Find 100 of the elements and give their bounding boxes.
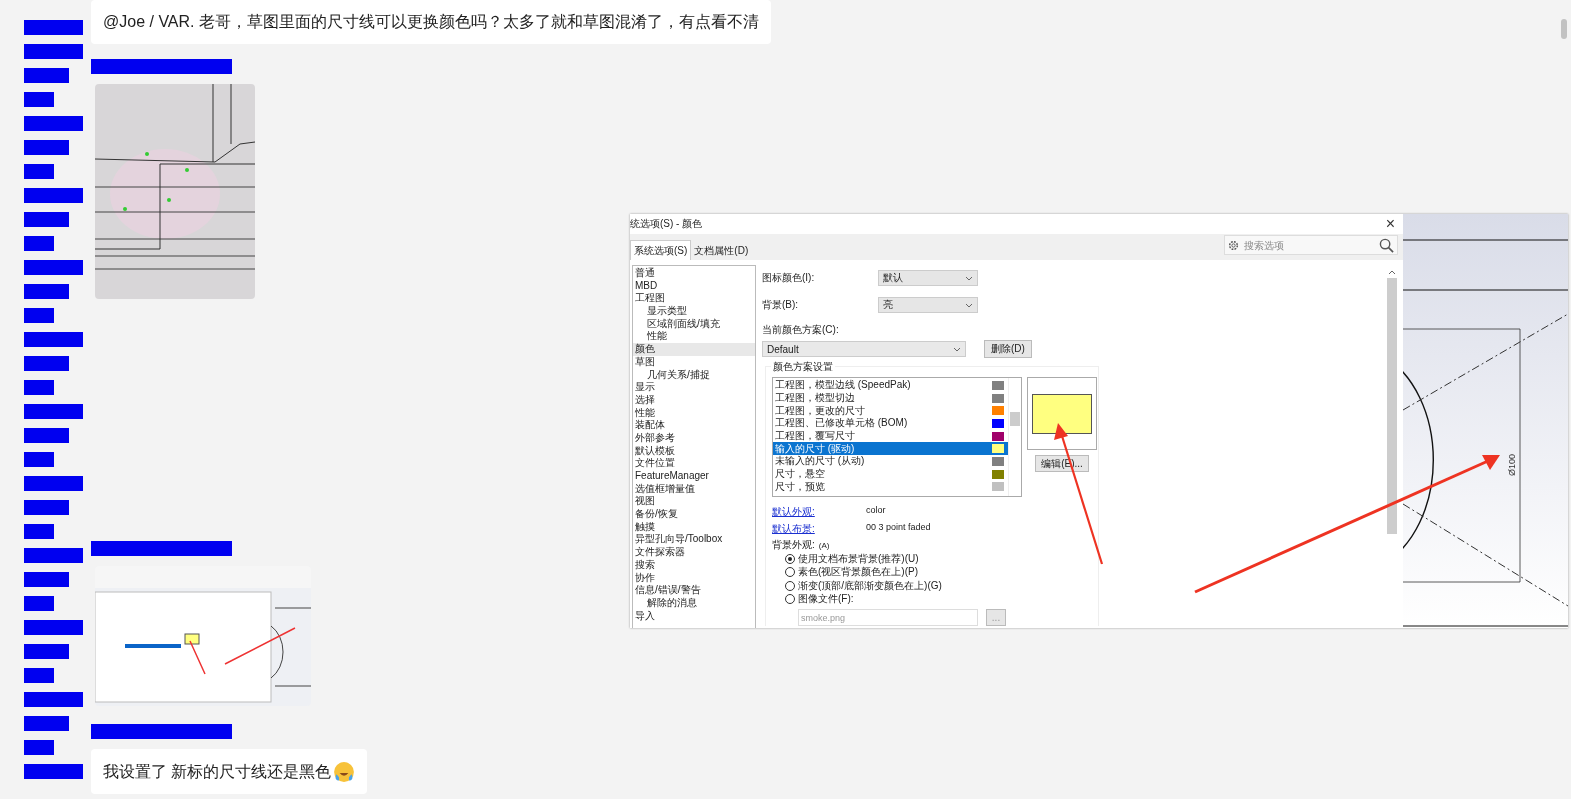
redaction-bar [24,68,69,83]
group-title: 颜色方案设置 [771,360,835,374]
tree-item[interactable]: 区域剖面线/填充 [633,317,755,331]
list-item[interactable]: 尺寸，悬空 [773,467,1008,481]
list-item[interactable]: 尺寸，预览 [773,480,1008,494]
window-title: 统选项(S) - 颜色 [630,217,703,231]
redaction-bar [24,476,83,491]
list-item[interactable]: 工程图，更改的尺寸 [773,404,1008,418]
scrollbar[interactable] [1008,378,1021,496]
redaction-bar [24,260,83,275]
tree-item[interactable]: 备份/恢复 [633,508,755,521]
list-item[interactable]: 工程图，模型边线 (SpeedPak) [773,379,1008,392]
field-value: color [866,505,886,517]
tree-item[interactable]: 选择 [633,393,755,407]
radio-label: 图像文件(F): [798,592,854,607]
field-value: 00 3 point faded [866,522,931,534]
settings-icon[interactable] [1228,239,1239,251]
tree-item[interactable]: MBD [633,279,755,293]
tree-item[interactable]: 性能 [633,406,755,420]
dimension-label: Ø100 [1507,453,1517,476]
list-item[interactable]: 输入的尺寸 (驱动) [773,442,1008,456]
tree-item[interactable]: 触摸 [633,520,755,534]
tree-item[interactable]: FeatureManager [633,470,755,483]
caret-icon [953,346,961,352]
redaction-bar [24,524,54,539]
redaction-bar [24,620,83,635]
tree-item[interactable]: 普通 [633,267,755,280]
redaction-bar [24,332,83,347]
redaction-bar [24,44,83,59]
tree-item[interactable]: 颜色 [633,343,755,356]
redaction-bar [24,308,54,323]
tree-item[interactable]: 默认模板 [633,444,755,458]
search-input[interactable]: 搜索选项 [1242,238,1376,252]
field-label: 背景外观: [772,539,815,550]
redaction-bar [24,284,69,299]
radio-label: 使用文档布景背景(推荐)(U) [798,551,919,566]
link[interactable]: 默认布景: [772,522,866,536]
tree-item[interactable]: 文件位置 [633,457,755,470]
tree-item[interactable]: 导入 [633,609,755,623]
emoji-icon [333,761,356,783]
redaction-bar [24,116,83,131]
tree-item[interactable]: 视图 [633,495,755,509]
tree-item[interactable]: 装配体 [633,419,755,432]
redaction-bar [24,764,83,779]
radio-label: 素色(视区背景颜色在上)(P) [798,565,918,580]
redaction-bar [24,716,69,731]
tree-item[interactable]: 显示 [633,381,755,394]
tree-item[interactable]: 选值框增量值 [633,482,755,496]
redaction-bar [24,668,54,683]
redaction-bar [24,188,83,203]
list-item[interactable]: 工程图，模型切边 [773,391,1008,405]
dropdown[interactable]: 亮 [878,297,978,313]
field-label: 当前颜色方案(C): [762,323,840,337]
redaction-bar [24,500,69,515]
tree-item[interactable]: 草图 [633,355,755,369]
message-text: 我设置了 新标的尺寸线还是黑色 [103,761,332,782]
field-label: 背景(B): [762,298,800,312]
redaction-bar [24,596,54,611]
redaction-bar [24,452,54,467]
radio-label: 渐变(顶部/底部渐变颜色在上)(G) [798,578,942,593]
search-field[interactable]: 搜索选项 [1224,235,1398,255]
tree-item[interactable]: 协作 [633,571,755,585]
message-text: @Joe / VAR. 老哥，草图里面的尺寸线可以更换颜色吗？太多了就和草图混淆了，有点看不清 [103,12,759,32]
redaction-bar [24,644,69,659]
tree-item[interactable]: 信息/错误/警告 [633,584,755,597]
tab[interactable]: 系统选项(S) [630,240,692,260]
tree-item[interactable]: 外部参考 [633,431,755,445]
tree-item[interactable]: 异型孔向导/Toolbox [633,533,755,547]
tree-item[interactable]: 显示类型 [633,305,755,318]
redaction-bar [24,380,54,395]
redaction-bar [24,164,54,179]
scrollbar[interactable] [1561,19,1567,39]
list-item[interactable]: 工程图、已修改单元格 (BOM) [773,417,1008,430]
list-item[interactable]: 工程图，覆写尺寸 [773,429,1008,443]
tab[interactable]: 文档属性(D) [691,240,752,260]
tree-item[interactable]: 几何关系/捕捉 [633,368,755,382]
caret-icon [965,302,973,308]
list-item[interactable]: 未输入的尺寸 (从动) [773,455,1008,468]
link[interactable]: 默认外观: [772,505,866,519]
shortcut-hint: (A) [818,541,830,550]
redaction-bar [24,428,69,443]
tree-item[interactable]: 搜索 [633,558,755,572]
tree-item[interactable]: 工程图 [633,292,755,306]
redaction-bar [24,20,83,35]
tree-item[interactable]: 解除的消息 [633,596,755,610]
field-label: 图标颜色(I): [762,271,816,285]
redaction-bar [24,212,69,227]
delete-button[interactable]: 删除(D) [984,340,1032,358]
redaction-bar [24,404,83,419]
dropdown[interactable]: Default [762,341,966,357]
redaction-bar [24,572,69,587]
dropdown[interactable]: 默认 [878,270,978,286]
redaction-bar [24,548,83,563]
redaction-bar [24,692,83,707]
search-icon[interactable] [1379,237,1394,253]
redaction-bar [24,92,54,107]
close-button[interactable]: × [1377,215,1403,233]
tree-item[interactable]: 性能 [633,330,755,344]
tree-item[interactable]: 文件探索器 [633,546,755,559]
redaction-bar [24,140,69,155]
